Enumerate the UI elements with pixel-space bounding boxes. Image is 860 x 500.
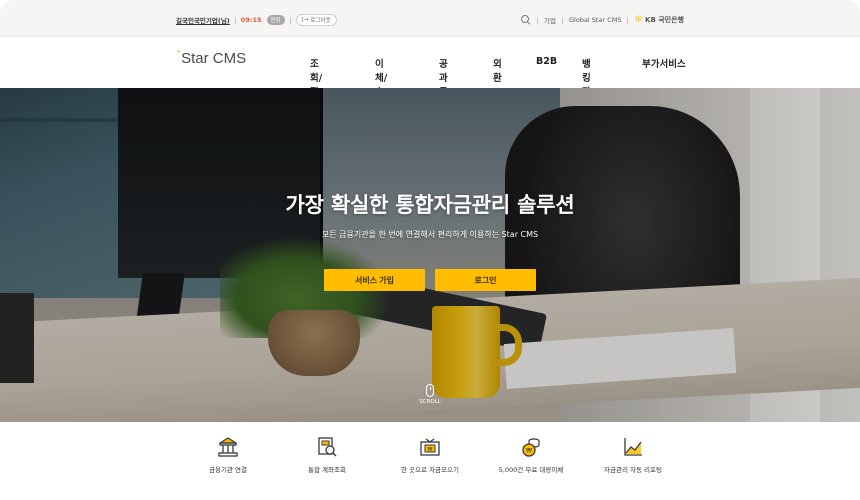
- feature-item[interactable]: ₩ 5,000건 무료 대량이체: [476, 436, 586, 474]
- kb-star-icon: ✲: [634, 15, 643, 25]
- feature-label: 금융기관 연결: [209, 466, 247, 474]
- scroll-indicator[interactable]: SCROLL: [413, 384, 447, 405]
- hero-overlay: [0, 88, 860, 422]
- feature-label: 자금관리 자동 리포팅: [604, 466, 662, 474]
- utility-links: 기업 Global Star CMS ✲ KB 국민은행: [521, 13, 684, 27]
- brand-star-icon: *: [177, 49, 181, 58]
- logout-button[interactable]: [→ 로그아웃: [295, 14, 337, 26]
- menu-item-extra-services[interactable]: 부가서비스: [642, 56, 686, 70]
- login-button[interactable]: 로그인: [435, 269, 536, 291]
- fund-collect-icon: ₩: [420, 438, 440, 456]
- kb-bank-logo[interactable]: ✲ KB 국민은행: [634, 15, 684, 25]
- feature-strip: 금융기관 연결 통합 계좌조회 ₩ 한 곳으로 자금모으기 ₩ 5,000건 무…: [0, 422, 860, 500]
- utility-bar: 길국민국민기업(님) 09:15 연장 [→ 로그아웃 기업 Global St…: [0, 0, 860, 37]
- feature-item[interactable]: 금융기관 연결: [173, 436, 283, 474]
- divider: [234, 16, 236, 24]
- link-enterprise[interactable]: 기업: [544, 15, 556, 25]
- divider: [627, 16, 629, 24]
- svg-text:₩: ₩: [526, 448, 532, 455]
- feature-item[interactable]: 자금관리 자동 리포팅: [578, 436, 688, 474]
- brand-logo[interactable]: * Star CMS: [177, 49, 247, 67]
- session-timer: 09:15: [240, 16, 262, 24]
- menu-item-b2b[interactable]: B2B: [536, 56, 557, 67]
- feature-label: 통합 계좌조회: [308, 466, 346, 474]
- feature-item[interactable]: 통합 계좌조회: [272, 436, 382, 474]
- menu-item-foreign-exchange[interactable]: 외환: [493, 56, 502, 84]
- account-search-icon: [318, 437, 337, 457]
- extend-session-button[interactable]: 연장: [266, 15, 285, 25]
- kb-bank-name: KB 국민은행: [645, 16, 684, 24]
- feature-item[interactable]: ₩ 한 곳으로 자금모으기: [375, 436, 485, 474]
- hero-subtitle: 모든 금융기관을 한 번에 연결해서 편리하게 이용하는 Star CMS: [321, 230, 539, 239]
- divider: [562, 16, 563, 24]
- scroll-label: SCROLL: [419, 399, 441, 405]
- hero-banner: 가장 확실한 통합자금관리 솔루션 모든 금융기관을 한 번에 연결해서 편리하…: [0, 88, 860, 422]
- feature-label: 5,000건 무료 대량이체: [498, 466, 564, 474]
- svg-text:₩: ₩: [428, 447, 433, 453]
- brand-name: Star CMS: [181, 50, 247, 67]
- page-frame: 길국민국민기업(님) 09:15 연장 [→ 로그아웃 기업 Global St…: [0, 0, 860, 500]
- session-info: 길국민국민기업(님) 09:15 연장 [→ 로그아웃: [176, 14, 337, 26]
- feature-label: 한 곳으로 자금모으기: [401, 466, 459, 474]
- logout-icon: [→: [301, 17, 309, 23]
- search-icon[interactable]: [521, 15, 531, 25]
- divider: [289, 16, 291, 24]
- service-join-button[interactable]: 서비스 가입: [324, 269, 425, 291]
- logout-label: 로그아웃: [310, 18, 331, 24]
- report-chart-icon: [624, 438, 642, 456]
- bulk-transfer-icon: ₩: [522, 438, 540, 457]
- mouse-scroll-icon: [426, 384, 434, 397]
- hero-title: 가장 확실한 통합자금관리 솔루션: [285, 193, 575, 217]
- link-global-star-cms[interactable]: Global Star CMS: [569, 16, 621, 24]
- bank-icon: [218, 437, 238, 457]
- divider: [537, 16, 539, 24]
- user-name[interactable]: 길국민국민기업(님): [176, 15, 230, 25]
- main-navigation: * Star CMS 조회/집금 이체/수납 공과금 외환 B2B 뱅킹관리 부…: [0, 37, 860, 112]
